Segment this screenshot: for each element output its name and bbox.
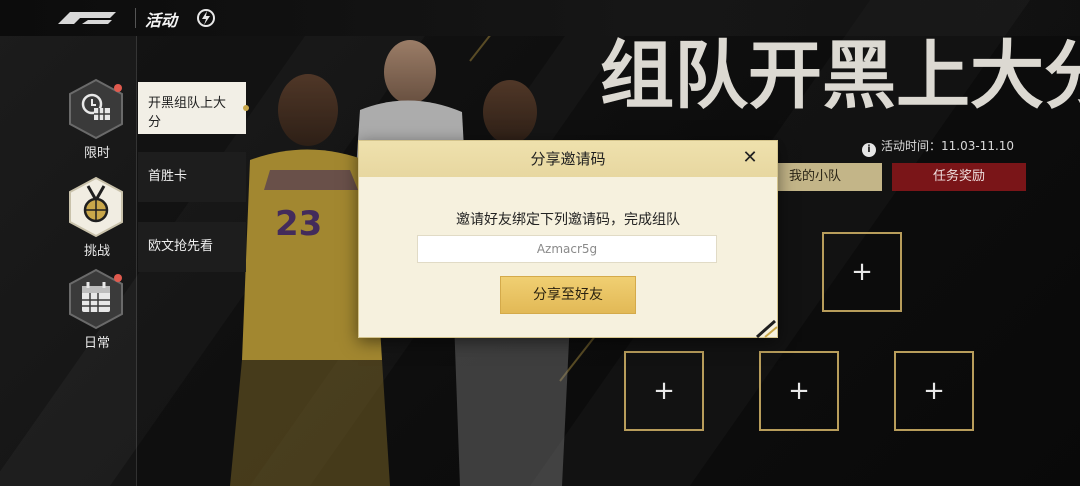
notification-dot <box>114 84 122 92</box>
share-to-friends-button[interactable]: 分享至好友 <box>500 276 636 314</box>
event-title: 组队开黑上大分 <box>600 33 1080 119</box>
close-icon[interactable]: ✕ <box>739 147 761 169</box>
active-indicator <box>243 105 249 111</box>
add-icon: + <box>788 376 810 406</box>
info-icon[interactable]: i <box>862 143 876 157</box>
team-slot[interactable]: + <box>894 351 974 431</box>
subtab-label: 欧文抢先看 <box>148 239 214 254</box>
corner-decoration-icon <box>756 319 778 339</box>
page-title: 活动 <box>145 11 178 30</box>
rail-item-challenge[interactable]: 挑战 <box>68 176 126 259</box>
subtab-irving-preview[interactable]: 欧文抢先看 <box>138 222 246 272</box>
team-slot[interactable]: + <box>822 232 902 312</box>
invite-code-field[interactable]: Azmacr5g <box>417 235 717 263</box>
subtab-team-up[interactable]: 开黑组队上大分 <box>138 82 249 134</box>
team-slot[interactable]: + <box>759 351 839 431</box>
subtab-label: 首胜卡 <box>148 169 188 184</box>
lightning-icon[interactable] <box>196 8 216 28</box>
subtab-label: 开黑组队上大分 <box>148 96 227 130</box>
add-icon: + <box>851 257 873 287</box>
add-icon: + <box>653 376 675 406</box>
divider <box>135 8 136 28</box>
dialog-prompt: 邀请好友绑定下列邀请码，完成组队 <box>456 212 680 228</box>
rail-label: 日常 <box>83 336 110 351</box>
nba-logo-icon[interactable] <box>56 10 118 26</box>
rail-label: 挑战 <box>83 244 110 259</box>
subtab-first-win-card[interactable]: 首胜卡 <box>138 152 246 202</box>
team-slot[interactable]: + <box>624 351 704 431</box>
event-time-text: 活动时间：11.03-11.10 <box>881 139 1015 153</box>
notification-dot <box>114 274 122 282</box>
medal-icon <box>69 176 123 238</box>
tab-task-rewards[interactable]: 任务奖励 <box>892 163 1026 191</box>
rail-item-daily[interactable]: 日常 <box>68 268 126 351</box>
rail-item-limited[interactable]: 限时 <box>68 78 126 161</box>
event-time: i 活动时间：11.03-11.10 <box>862 137 1042 157</box>
dialog-title: 分享邀请码 <box>530 150 606 168</box>
rail-divider <box>136 36 137 486</box>
add-icon: + <box>923 376 945 406</box>
share-invite-dialog: 分享邀请码 ✕ 邀请好友绑定下列邀请码，完成组队 Azmacr5g 分享至好友 <box>358 140 778 339</box>
rail-label: 限时 <box>83 146 110 161</box>
